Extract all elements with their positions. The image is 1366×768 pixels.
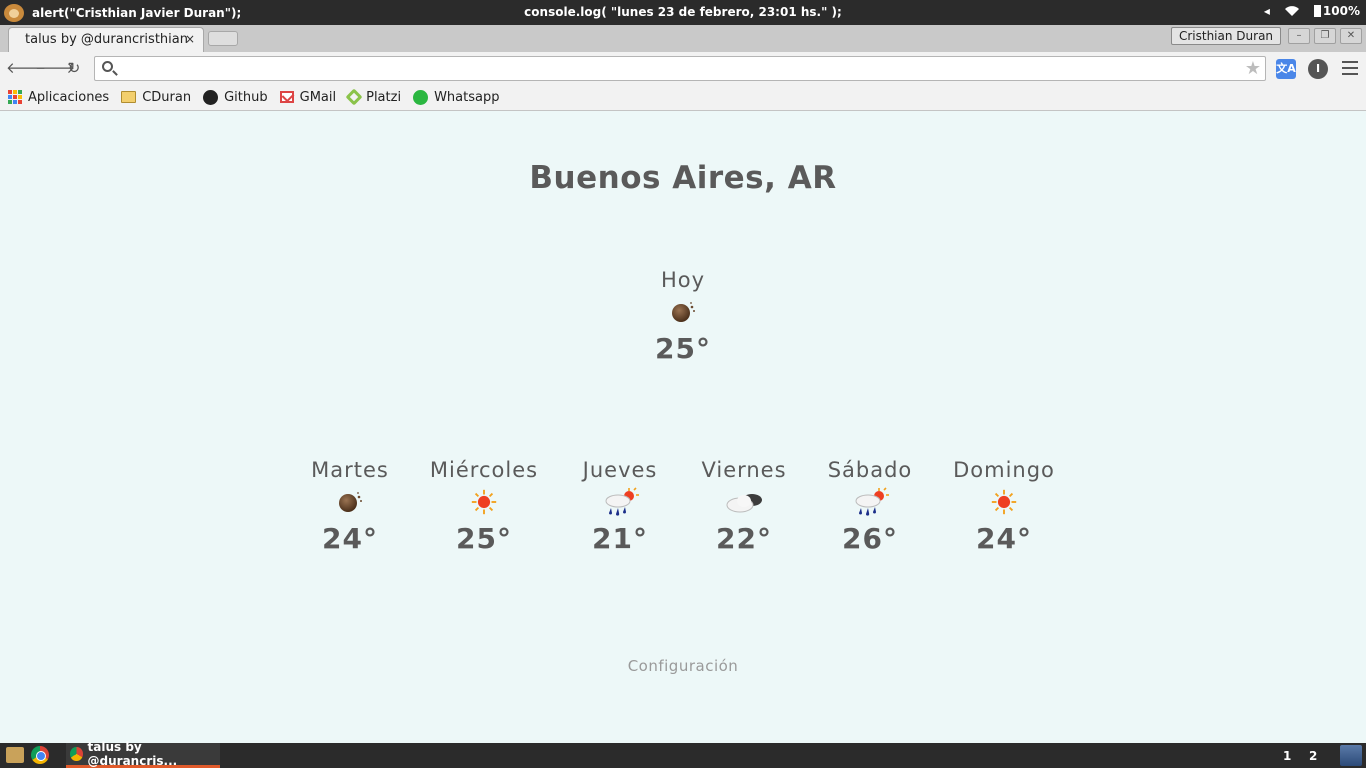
forecast-day: Jueves 21°	[550, 458, 690, 555]
bookmark-whatsapp[interactable]: Whatsapp	[413, 89, 500, 105]
platzi-icon	[345, 88, 363, 106]
bookmark-label: CDuran	[142, 89, 192, 105]
forward-arrow-icon[interactable]: 🡒	[35, 58, 75, 78]
file-manager-icon[interactable]	[6, 747, 24, 763]
bookmark-aplicaciones[interactable]: Aplicaciones	[8, 90, 109, 105]
forecast-temp: 24°	[976, 522, 1032, 555]
bookmark-label: Aplicaciones	[28, 89, 110, 105]
bookmark-label: Platzi	[366, 89, 402, 105]
forecast-day-name: Martes	[311, 458, 389, 482]
minimize-button[interactable]: –	[1288, 28, 1310, 44]
chrome-launcher-icon[interactable]	[31, 746, 49, 764]
omnibox[interactable]: ★	[94, 56, 1266, 81]
moon-icon	[334, 486, 366, 518]
bookmark-label: Github	[224, 89, 268, 105]
forecast-day-name: Jueves	[582, 458, 658, 482]
today-temp: 25°	[655, 332, 711, 365]
today-label: Hoy	[660, 268, 706, 292]
bookmark-cduran[interactable]: CDuran	[121, 90, 191, 105]
bookmark-platzi[interactable]: Platzi	[345, 88, 402, 106]
folder-icon	[121, 91, 137, 103]
forecast-day-name: Domingo	[953, 458, 1055, 482]
battery-level: 100%	[1322, 4, 1360, 18]
battery-indicator[interactable]: 100%	[1313, 4, 1360, 18]
forecast-temp: 25°	[456, 522, 512, 555]
sun-icon	[989, 487, 1019, 517]
tray-arrow-icon[interactable]: ◂	[1264, 4, 1270, 18]
forecast-day-name: Viernes	[701, 458, 787, 482]
chrome-icon	[70, 747, 83, 761]
bookmark-gmail[interactable]: GMail	[279, 89, 337, 105]
gmail-icon	[279, 91, 294, 103]
taskbar-window-button[interactable]: talus by @durancris...	[66, 740, 220, 768]
weather-page: Buenos Aires, AR Hoy 25° Martes 24° Miér…	[0, 112, 1366, 743]
forecast-day: Martes 24°	[280, 458, 420, 555]
today-weather	[583, 292, 783, 332]
tab-title: talus by @durancristhian	[25, 32, 188, 47]
forecast-day: Domingo 24°	[934, 458, 1074, 555]
tab-strip: talus by @durancristhian × Cristhian Dur…	[0, 25, 1366, 52]
workspace-2[interactable]: 2	[1309, 749, 1317, 763]
translate-extension-icon[interactable]: 文A	[1276, 59, 1296, 79]
tab-close-icon[interactable]: ×	[185, 32, 195, 46]
new-tab-button[interactable]	[208, 31, 238, 46]
close-window-button[interactable]: ✕	[1340, 28, 1362, 44]
forecast-temp: 26°	[842, 522, 898, 555]
bookmarks-bar: Aplicaciones CDuran Github GMail Platzi …	[0, 84, 1366, 111]
browser-tab[interactable]: talus by @durancristhian ×	[8, 27, 204, 52]
apps-grid-icon	[8, 90, 22, 104]
bookmark-star-icon[interactable]: ★	[1245, 58, 1261, 79]
workspace-1[interactable]: 1	[1283, 749, 1291, 763]
forecast-day-name: Sábado	[827, 458, 913, 482]
extension-i-icon[interactable]: I	[1308, 59, 1328, 79]
profile-button[interactable]: Cristhian Duran	[1171, 27, 1281, 45]
moon-icon	[667, 296, 699, 328]
wifi-icon[interactable]	[1284, 5, 1300, 17]
browser-toolbar: 🡐 🡒 ↻ ★ 文A I	[0, 52, 1366, 84]
city-title: Buenos Aires, AR	[529, 160, 837, 196]
forecast-temp: 21°	[592, 522, 648, 555]
taskbar: talus by @durancris... 1 2	[0, 740, 1366, 768]
bookmark-github[interactable]: Github	[203, 89, 268, 105]
search-icon	[102, 61, 113, 72]
restore-button[interactable]: ❐	[1314, 28, 1336, 44]
forecast-temp: 22°	[716, 522, 772, 555]
system-top-bar: alert("Cristhian Javier Duran"); console…	[0, 0, 1366, 25]
system-tray: ◂ 100%	[1264, 4, 1360, 18]
taskbar-window-label: talus by @durancris...	[87, 740, 178, 768]
bookmark-label: GMail	[299, 89, 337, 105]
reload-icon[interactable]: ↻	[64, 58, 84, 78]
config-link[interactable]: Configuración	[0, 657, 1366, 675]
forecast-day: Viernes 22°	[674, 458, 814, 555]
cloud-icon	[722, 486, 766, 518]
chrome-menu-icon[interactable]	[1342, 61, 1358, 79]
rain-sun-icon	[600, 486, 640, 518]
back-arrow-icon[interactable]: 🡐	[6, 58, 46, 78]
forecast-day: Sábado 26°	[800, 458, 940, 555]
github-icon	[203, 89, 219, 105]
rain-sun-icon	[850, 486, 890, 518]
bookmark-label: Whatsapp	[434, 89, 500, 105]
address-input[interactable]	[121, 59, 1231, 78]
forecast-day: Miércoles 25°	[414, 458, 554, 555]
forecast-temp: 24°	[322, 522, 378, 555]
battery-icon	[1313, 5, 1321, 17]
system-clock-text[interactable]: console.log( "lunes 23 de febrero, 23:01…	[0, 5, 1366, 19]
sun-icon	[469, 487, 499, 517]
trash-icon[interactable]	[1340, 745, 1362, 766]
today-card: Hoy 25°	[583, 268, 783, 365]
whatsapp-icon	[413, 89, 429, 105]
forecast-day-name: Miércoles	[429, 458, 539, 482]
